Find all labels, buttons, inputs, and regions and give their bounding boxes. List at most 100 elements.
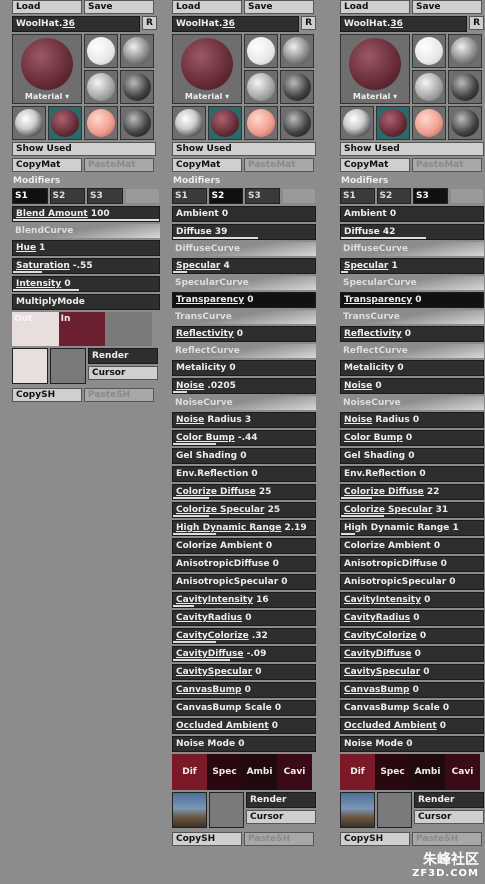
- slider-cavitydiffuse[interactable]: CavityDiffuse 0: [340, 646, 484, 662]
- copy-sh-button[interactable]: CopySH: [12, 388, 82, 402]
- curve-blendcurve[interactable]: BlendCurve: [12, 224, 160, 238]
- curve-diffusecurve[interactable]: DiffuseCurve: [340, 242, 484, 256]
- slider-env-reflection[interactable]: Env.Reflection 0: [340, 466, 484, 482]
- slider-cavityradius[interactable]: CavityRadius 0: [340, 610, 484, 626]
- curve-noisecurve[interactable]: NoiseCurve: [172, 396, 316, 410]
- render-button[interactable]: Render: [88, 348, 158, 364]
- slider-cavityradius[interactable]: CavityRadius 0: [172, 610, 316, 626]
- material-slot-5[interactable]: [12, 106, 46, 140]
- slider-occluded-ambient[interactable]: Occluded Ambient 0: [172, 718, 316, 734]
- slider-blend-amount[interactable]: Blend Amount 100: [12, 206, 160, 222]
- slider-colorize-diffuse[interactable]: Colorize Diffuse 22: [340, 484, 484, 500]
- slider-gel-shading[interactable]: Gel Shading 0: [172, 448, 316, 464]
- curve-transcurve[interactable]: TransCurve: [172, 310, 316, 324]
- material-slot-5[interactable]: [340, 106, 374, 140]
- material-slot-6[interactable]: [48, 106, 82, 140]
- channel-spec[interactable]: Spec: [207, 754, 242, 790]
- material-slot-6[interactable]: [208, 106, 242, 140]
- slider-diffuse[interactable]: Diffuse 42: [340, 224, 484, 240]
- channel-dif[interactable]: Dif: [172, 754, 207, 790]
- material-slot-4[interactable]: [448, 70, 482, 104]
- paste-sh-button[interactable]: PasteSH: [244, 832, 314, 846]
- material-name-field[interactable]: WoolHat.36: [12, 16, 140, 32]
- material-menu-label[interactable]: Material ▾: [353, 92, 397, 101]
- material-slot-7[interactable]: [412, 106, 446, 140]
- slider-intensity[interactable]: Intensity 0: [12, 276, 160, 292]
- slider-color-bump[interactable]: Color Bump -.44: [172, 430, 316, 446]
- reset-button[interactable]: R: [301, 16, 316, 30]
- slider-cavitycolorize[interactable]: CavityColorize .32: [172, 628, 316, 644]
- material-slot-1[interactable]: [412, 34, 446, 68]
- curve-specularcurve[interactable]: SpecularCurve: [340, 276, 484, 290]
- slider-canvasbump[interactable]: CanvasBump 0: [340, 682, 484, 698]
- show-used-button[interactable]: Show Used: [12, 142, 156, 156]
- slider-cavityspecular[interactable]: CavitySpecular 0: [340, 664, 484, 680]
- slider-anisotropicspecular[interactable]: AnisotropicSpecular 0: [340, 574, 484, 590]
- texture-thumb-2[interactable]: [50, 348, 86, 384]
- slider-multiplymode[interactable]: MultiplyMode: [12, 294, 160, 310]
- tab-s2[interactable]: S2: [49, 188, 85, 204]
- slider-cavityintensity[interactable]: CavityIntensity 0: [340, 592, 484, 608]
- texture-thumb[interactable]: [12, 348, 48, 384]
- mix-out-swatch[interactable]: Out: [12, 312, 59, 346]
- slider-high-dynamic-range[interactable]: High Dynamic Range 2.19: [172, 520, 316, 536]
- texture-thumb-2[interactable]: [209, 792, 244, 828]
- curve-reflectcurve[interactable]: ReflectCurve: [172, 344, 316, 358]
- slider-saturation[interactable]: Saturation -.55: [12, 258, 160, 274]
- copy-mat-button[interactable]: CopyMat: [340, 158, 410, 172]
- tab-s3[interactable]: S3: [87, 188, 123, 204]
- paste-sh-button[interactable]: PasteSH: [412, 832, 482, 846]
- slider-reflectivity[interactable]: Reflectivity 0: [172, 326, 316, 342]
- slider-ambient[interactable]: Ambient 0: [172, 206, 316, 222]
- tab-s3[interactable]: S3: [245, 188, 280, 204]
- slider-canvasbump-scale[interactable]: CanvasBump Scale 0: [172, 700, 316, 716]
- curve-specularcurve[interactable]: SpecularCurve: [172, 276, 316, 290]
- slider-colorize-specular[interactable]: Colorize Specular 25: [172, 502, 316, 518]
- slider-cavityspecular[interactable]: CavitySpecular 0: [172, 664, 316, 680]
- load-button[interactable]: Load: [340, 0, 410, 14]
- tab-s1[interactable]: S1: [12, 188, 48, 204]
- slider-cavitycolorize[interactable]: CavityColorize 0: [340, 628, 484, 644]
- curve-noisecurve[interactable]: NoiseCurve: [340, 396, 484, 410]
- paste-mat-button[interactable]: PasteMat: [244, 158, 314, 172]
- material-slot-3[interactable]: [84, 70, 118, 104]
- channel-dif[interactable]: Dif: [340, 754, 375, 790]
- reset-button[interactable]: R: [469, 16, 484, 30]
- show-used-button[interactable]: Show Used: [172, 142, 316, 156]
- material-slot-5[interactable]: [172, 106, 206, 140]
- slider-canvasbump-scale[interactable]: CanvasBump Scale 0: [340, 700, 484, 716]
- material-name-field[interactable]: WoolHat.36: [340, 16, 468, 32]
- channel-spec[interactable]: Spec: [375, 754, 410, 790]
- paste-sh-button[interactable]: PasteSH: [84, 388, 154, 402]
- copy-mat-button[interactable]: CopyMat: [172, 158, 242, 172]
- channel-cavi[interactable]: Cavi: [445, 754, 480, 790]
- tab-s2[interactable]: S2: [208, 188, 243, 204]
- texture-thumb-2[interactable]: [377, 792, 412, 828]
- slider-diffuse[interactable]: Diffuse 39: [172, 224, 316, 240]
- slider-noise[interactable]: Noise .0205: [172, 378, 316, 394]
- render-button[interactable]: Render: [246, 792, 316, 808]
- channel-ambi[interactable]: Ambi: [410, 754, 445, 790]
- slider-anisotropicspecular[interactable]: AnisotropicSpecular 0: [172, 574, 316, 590]
- slider-noise-mode[interactable]: Noise Mode 0: [172, 736, 316, 752]
- channel-cavi[interactable]: Cavi: [277, 754, 312, 790]
- curve-diffusecurve[interactable]: DiffuseCurve: [172, 242, 316, 256]
- slider-color-bump[interactable]: Color Bump 0: [340, 430, 484, 446]
- material-preview[interactable]: Material ▾: [340, 34, 410, 104]
- mix-in-swatch[interactable]: In: [58, 312, 106, 346]
- material-name-field[interactable]: WoolHat.36: [172, 16, 300, 32]
- material-slot-4[interactable]: [280, 70, 314, 104]
- cursor-button[interactable]: Cursor: [246, 810, 316, 824]
- slider-high-dynamic-range[interactable]: High Dynamic Range 1: [340, 520, 484, 536]
- material-slot-8[interactable]: [280, 106, 314, 140]
- slider-colorize-ambient[interactable]: Colorize Ambient 0: [340, 538, 484, 554]
- material-slot-8[interactable]: [448, 106, 482, 140]
- curve-transcurve[interactable]: TransCurve: [340, 310, 484, 324]
- slider-noise[interactable]: Noise 0: [340, 378, 484, 394]
- material-slot-2[interactable]: [280, 34, 314, 68]
- save-button[interactable]: Save: [412, 0, 482, 14]
- material-preview[interactable]: Material ▾: [172, 34, 242, 104]
- slider-transparency[interactable]: Transparency 0: [172, 292, 316, 308]
- slider-noise-radius[interactable]: Noise Radius 3: [172, 412, 316, 428]
- save-button[interactable]: Save: [244, 0, 314, 14]
